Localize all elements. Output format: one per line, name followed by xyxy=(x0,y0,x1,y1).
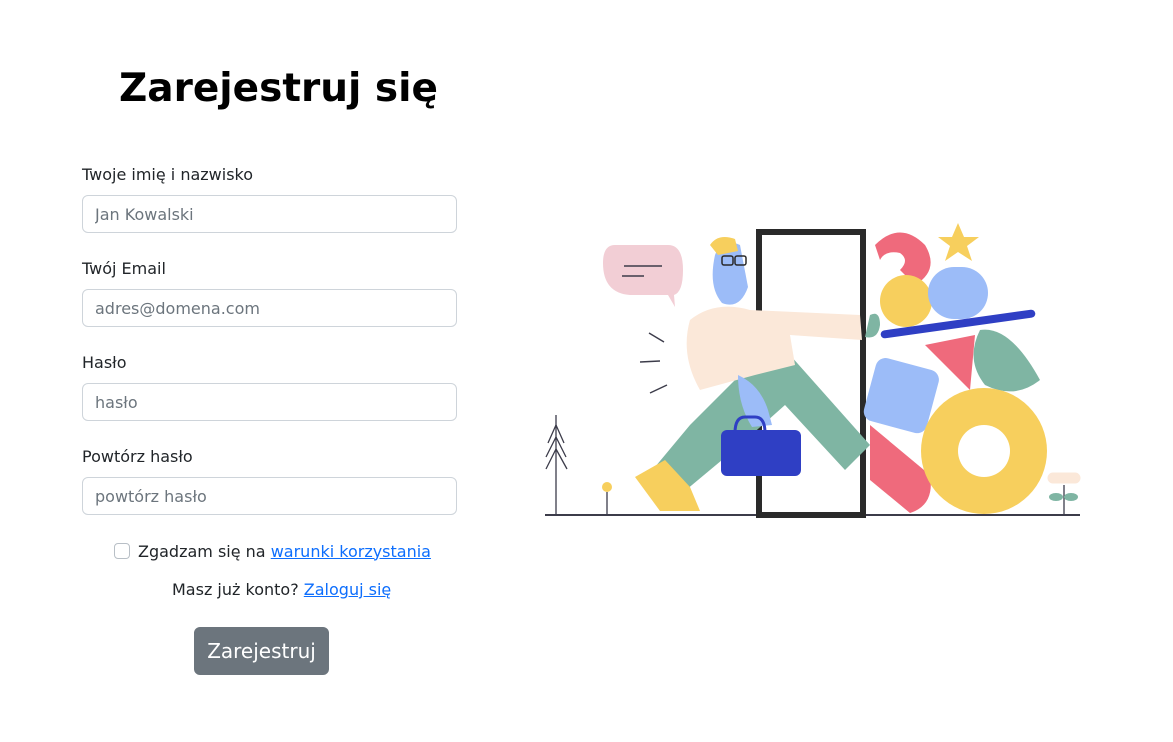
password-input[interactable] xyxy=(82,383,457,421)
page-title: Zarejestruj się xyxy=(119,66,438,111)
signup-card: Zarejestruj się Twoje imię i nazwisko Tw… xyxy=(0,0,1173,742)
name-input[interactable] xyxy=(82,195,457,233)
person-head xyxy=(710,237,748,305)
email-input[interactable] xyxy=(82,289,457,327)
plant-left-icon xyxy=(545,415,568,515)
plant-right-icon xyxy=(1047,472,1081,515)
shapes-cluster-icon xyxy=(863,223,1047,514)
repeat-password-label: Powtórz hasło xyxy=(82,447,193,466)
small-flower-icon xyxy=(602,482,612,492)
terms-link[interactable]: warunki korzystania xyxy=(271,542,431,561)
name-label: Twoje imię i nazwisko xyxy=(82,165,254,184)
motion-lines xyxy=(639,332,668,394)
speech-bubble-icon xyxy=(603,245,683,307)
login-row: Masz już konto? Zaloguj się xyxy=(172,580,391,599)
email-label: Twój Email xyxy=(82,259,166,278)
login-link[interactable]: Zaloguj się xyxy=(304,580,391,599)
terms-row: Zgadzam się na warunki korzystania xyxy=(114,540,431,562)
repeat-password-input[interactable] xyxy=(82,477,457,515)
register-button[interactable]: Zarejestruj xyxy=(194,627,329,675)
login-prefix: Masz już konto? xyxy=(172,580,299,599)
password-label: Hasło xyxy=(82,353,127,372)
terms-prefix: Zgadzam się na xyxy=(138,541,266,561)
terms-checkbox[interactable] xyxy=(114,543,130,559)
person-walking-through-door-illustration xyxy=(545,223,1081,518)
